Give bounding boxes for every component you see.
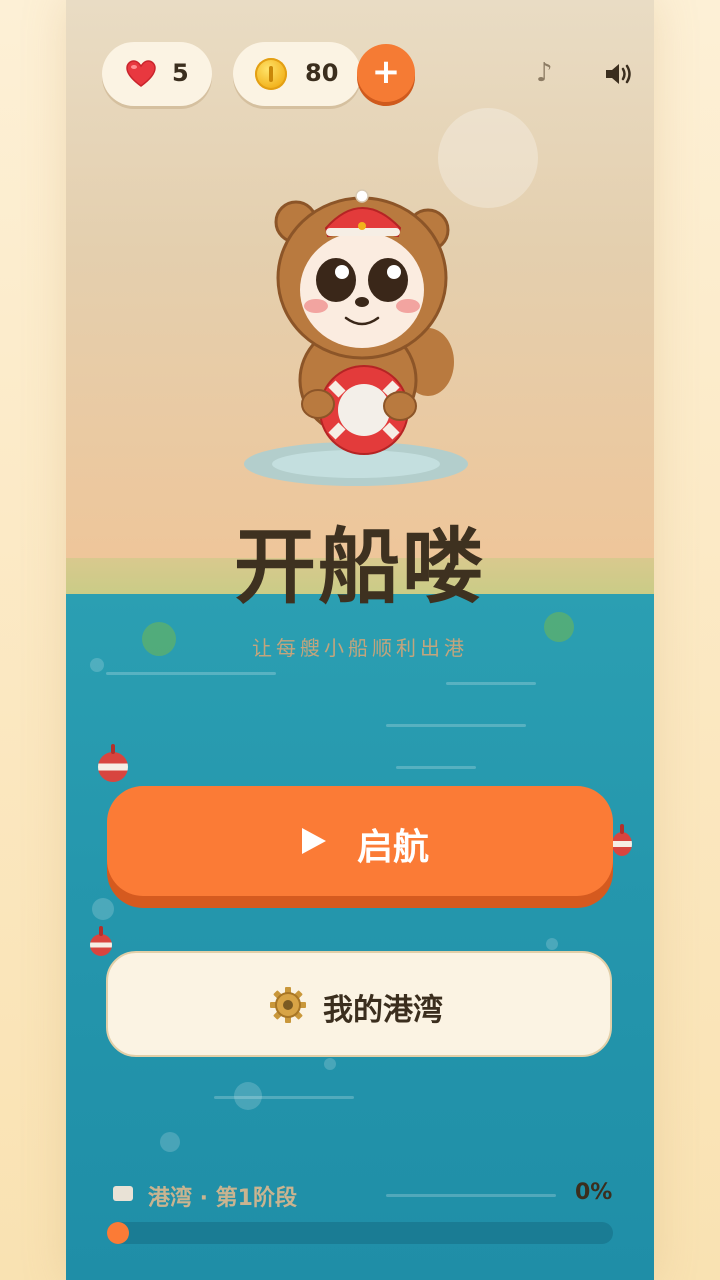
bear-mascot [244,189,468,486]
lives-counter: 5 [102,42,212,106]
wave-line [446,682,536,685]
stage-label: 港湾 · 第1阶段 [148,1186,297,1211]
stage-progress-fill [107,1222,129,1244]
coins-counter: 80 [233,42,361,106]
wave-line [386,724,526,727]
stage-progress-bar [107,1222,613,1244]
lives-value: 5 [172,59,189,87]
coin-icon [255,58,287,90]
bubble [324,1058,336,1070]
music-note-icon[interactable]: ♪ [536,58,553,88]
folder-icon [113,1186,133,1201]
game-title: 开船喽 [233,520,486,615]
wave-line [106,672,276,675]
bubble [546,938,558,950]
play-icon [302,828,326,854]
game-subtitle: 让每艘小船顺利出港 [252,636,468,660]
buoy-icon [90,926,112,956]
heart-icon [126,60,156,87]
bubble [234,1082,262,1110]
bubble [92,898,114,920]
wave-line [396,766,476,769]
gear-icon [270,987,306,1023]
add-coins-button[interactable]: + [357,44,415,102]
my-harbor-label: 我的港湾 [323,993,443,1028]
buoy-icon [98,744,128,782]
my-harbor-button[interactable]: 我的港湾 [106,951,612,1057]
start-voyage-button[interactable]: 启航 [107,786,613,896]
speaker-icon[interactable] [604,60,634,88]
buoy-icon [612,824,632,856]
bubble [160,1132,180,1152]
start-voyage-label: 启航 [357,827,430,868]
wave-line [386,1194,556,1197]
stage-percent: 0% [575,1180,613,1205]
sea-background [66,594,654,1280]
coins-value: 80 [305,59,339,87]
